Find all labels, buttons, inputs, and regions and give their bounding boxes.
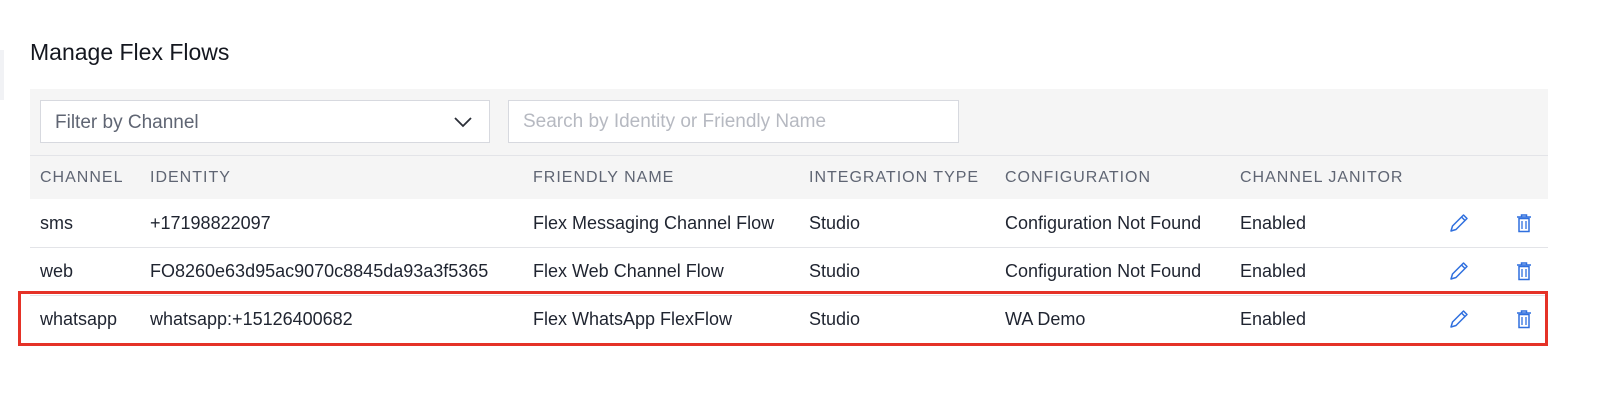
cell-friendly-name: Flex Messaging Channel Flow xyxy=(533,213,775,233)
cell-identity: +17198822097 xyxy=(150,213,271,233)
flex-flows-panel: Filter by Channel CHANNEL IDENTITY FRIEN… xyxy=(30,89,1548,351)
cell-identity: whatsapp:+15126400682 xyxy=(150,309,353,329)
cell-integration-type: Studio xyxy=(809,213,861,233)
column-header-integration-type: INTEGRATION TYPE xyxy=(809,169,980,186)
cell-channel-janitor: Enabled xyxy=(1240,213,1307,233)
cell-identity: FO8260e63d95ac9070c8845da93a3f5365 xyxy=(150,261,489,281)
column-header-configuration: CONFIGURATION xyxy=(1005,169,1152,186)
page-title: Manage Flex Flows xyxy=(30,39,230,65)
cell-integration-type: Studio xyxy=(809,261,861,281)
left-sidebar-edge xyxy=(0,50,4,100)
column-header-channel: CHANNEL xyxy=(40,169,124,186)
cell-channel: web xyxy=(40,261,74,281)
cell-channel-janitor: Enabled xyxy=(1240,309,1307,329)
table-row: sms +17198822097 Flex Messaging Channel … xyxy=(30,200,1548,248)
cell-channel: whatsapp xyxy=(40,309,118,329)
pencil-icon[interactable] xyxy=(1448,260,1470,282)
cell-friendly-name: Flex WhatsApp FlexFlow xyxy=(533,309,733,329)
search-input[interactable] xyxy=(508,100,959,143)
channel-filter-value: Filter by Channel xyxy=(55,112,199,133)
table-row: whatsapp whatsapp:+15126400682 Flex What… xyxy=(30,296,1548,344)
cell-configuration: Configuration Not Found xyxy=(1005,213,1202,233)
cell-configuration: WA Demo xyxy=(1005,309,1086,329)
cell-configuration: Configuration Not Found xyxy=(1005,261,1202,281)
trash-icon[interactable] xyxy=(1513,308,1535,330)
pencil-icon[interactable] xyxy=(1448,308,1470,330)
table-header: CHANNEL IDENTITY FRIENDLY NAME INTEGRATI… xyxy=(30,156,1548,199)
trash-icon[interactable] xyxy=(1513,260,1535,282)
chevron-down-icon xyxy=(454,117,472,128)
column-header-identity: IDENTITY xyxy=(150,169,231,186)
cell-friendly-name: Flex Web Channel Flow xyxy=(533,261,724,281)
column-header-friendly-name: FRIENDLY NAME xyxy=(533,169,675,186)
channel-filter-select[interactable]: Filter by Channel xyxy=(40,100,490,143)
cell-integration-type: Studio xyxy=(809,309,861,329)
table-row: web FO8260e63d95ac9070c8845da93a3f5365 F… xyxy=(30,248,1548,296)
cell-channel-janitor: Enabled xyxy=(1240,261,1307,281)
column-header-channel-janitor: CHANNEL JANITOR xyxy=(1240,169,1404,186)
filter-bar: Filter by Channel xyxy=(30,89,1548,156)
pencil-icon[interactable] xyxy=(1448,212,1470,234)
cell-channel: sms xyxy=(40,213,73,233)
trash-icon[interactable] xyxy=(1513,212,1535,234)
